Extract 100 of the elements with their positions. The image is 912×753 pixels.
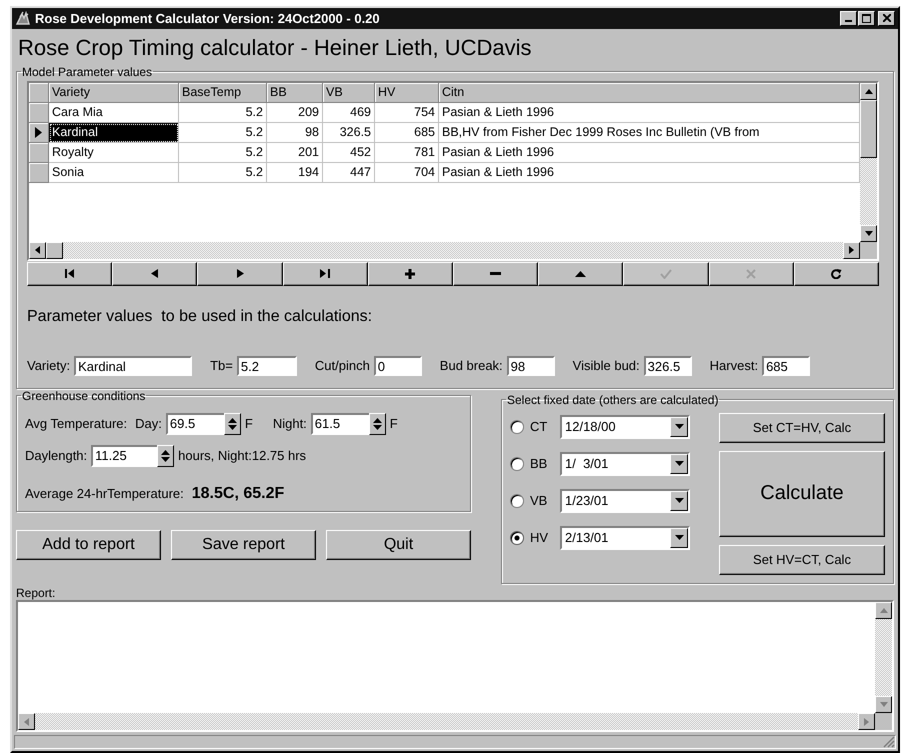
caret-icon (674, 461, 684, 466)
scroll-up-button[interactable] (875, 602, 892, 619)
scroll-right-button[interactable] (843, 242, 860, 259)
navigator-button[interactable] (453, 262, 538, 286)
app-heading: Rose Crop Timing calculator - Heiner Lieth, UCDavis (17, 34, 533, 62)
row-indicator[interactable] (29, 122, 49, 143)
scroll-right-button[interactable] (858, 713, 875, 730)
unit-label: F (390, 416, 398, 432)
table-cell: 5.2 (179, 142, 267, 163)
table-cell: 194 (267, 162, 323, 183)
left-arrow-icon (24, 718, 29, 726)
table-cell: Kardinal (49, 122, 179, 143)
radio-button[interactable] (510, 456, 524, 471)
vertical-scrollbar[interactable] (875, 602, 892, 730)
action-button[interactable]: Save report (171, 530, 316, 560)
action-button[interactable]: Quit (326, 530, 471, 560)
minus-icon (490, 272, 502, 276)
input-field[interactable]: 685 (762, 356, 810, 376)
current-row-icon (35, 126, 42, 138)
up-arrow-icon (864, 88, 872, 94)
navigator-button[interactable] (538, 262, 624, 286)
column-header[interactable]: Variety (49, 82, 179, 103)
action-button[interactable]: Add to report (16, 530, 161, 560)
radio-button[interactable] (510, 420, 524, 434)
spin-button[interactable] (224, 412, 241, 435)
dropdown-button[interactable] (670, 528, 688, 548)
scrollbar-corner (875, 713, 892, 730)
column-header[interactable]: BaseTemp (179, 82, 267, 103)
navigator-button[interactable] (27, 262, 112, 286)
navigator-button[interactable] (197, 262, 283, 286)
field-label: Average 24-hrTemperature: (25, 486, 184, 502)
maximize-button[interactable] (858, 10, 875, 26)
input-field[interactable]: 326.5 (644, 356, 692, 376)
table-cell: 5.2 (179, 122, 267, 143)
dropdown-button[interactable] (670, 490, 688, 511)
table-cell: Pasian & Lieth 1996 (439, 142, 860, 163)
input-field[interactable]: 0 (374, 356, 422, 376)
input-field[interactable]: 98 (506, 356, 555, 376)
left-arrow-icon (35, 246, 40, 254)
table-cell: 447 (323, 162, 375, 183)
horizontal-scrollbar[interactable] (18, 713, 875, 730)
up-arrow-icon (880, 608, 888, 613)
radio-label[interactable]: VB (530, 493, 560, 508)
calculate-button[interactable]: Calculate (719, 450, 885, 537)
navigator-button[interactable] (112, 262, 198, 286)
table-cell: Pasian & Lieth 1996 (439, 102, 860, 123)
scroll-left-button[interactable] (29, 242, 46, 259)
radio-label[interactable]: BB (530, 456, 560, 472)
dropdown-button[interactable] (670, 454, 688, 474)
horizontal-scrollbar[interactable] (29, 242, 860, 259)
field-label: Variety: (27, 358, 70, 374)
up-triangle-icon (575, 270, 586, 277)
set-hv-button[interactable]: Set HV=CT, Calc (719, 544, 885, 575)
radio-label[interactable]: HV (530, 530, 560, 546)
caret-icon (674, 424, 684, 430)
spin-button[interactable] (157, 444, 174, 467)
navigator-button[interactable] (794, 262, 880, 286)
caret-icon (674, 498, 684, 504)
group-label: Select fixed date (others are calculated) (506, 392, 720, 407)
scroll-left-button[interactable] (18, 713, 35, 730)
radio-label[interactable]: CT (530, 419, 560, 434)
minimize-button[interactable] (840, 10, 857, 26)
input-field[interactable]: Kardinal (74, 356, 192, 376)
radio-button[interactable] (510, 530, 524, 545)
scroll-thumb[interactable] (46, 242, 63, 259)
number-field[interactable]: 61.5 (310, 412, 369, 435)
info-text: hours, Night:12.75 hrs (178, 448, 306, 464)
cross-icon (746, 268, 756, 279)
last-record-icon (320, 269, 330, 278)
dropdown-button[interactable] (670, 416, 688, 437)
table-cell: 685 (375, 122, 439, 143)
vertical-scrollbar[interactable] (860, 82, 877, 259)
scroll-up-button[interactable] (860, 82, 877, 100)
report-label: Report: (16, 586, 56, 600)
column-header[interactable]: VB (323, 82, 375, 103)
date-dropdown[interactable]: 1/ 3/01 (560, 452, 690, 476)
date-dropdown[interactable]: 1/23/01 (560, 488, 690, 513)
scroll-down-button[interactable] (875, 696, 892, 713)
number-field[interactable]: 11.25 (91, 444, 158, 467)
field-label: Avg Temperature: (25, 416, 128, 432)
column-header[interactable]: BB (267, 82, 323, 103)
close-button[interactable] (878, 10, 895, 26)
column-header[interactable]: HV (375, 82, 439, 103)
navigator-button[interactable] (368, 262, 454, 286)
table-cell: 209 (267, 102, 323, 123)
navigator-button[interactable] (282, 262, 368, 286)
column-header[interactable]: Citn (439, 82, 860, 103)
date-dropdown[interactable]: 12/18/00 (560, 414, 690, 439)
radio-button[interactable] (510, 494, 524, 508)
table-cell: 704 (375, 162, 439, 183)
scroll-thumb[interactable] (860, 100, 877, 158)
date-dropdown[interactable]: 2/13/01 (560, 526, 690, 550)
scroll-down-button[interactable] (860, 224, 877, 242)
input-field[interactable]: 5.2 (236, 356, 297, 376)
spin-arrows-icon (161, 448, 170, 463)
set-ct-button[interactable]: Set CT=HV, Calc (719, 412, 885, 443)
table-cell: 98 (267, 122, 323, 143)
number-field[interactable]: 69.5 (166, 412, 224, 435)
spin-button[interactable] (368, 412, 386, 435)
refresh-icon (830, 268, 842, 279)
